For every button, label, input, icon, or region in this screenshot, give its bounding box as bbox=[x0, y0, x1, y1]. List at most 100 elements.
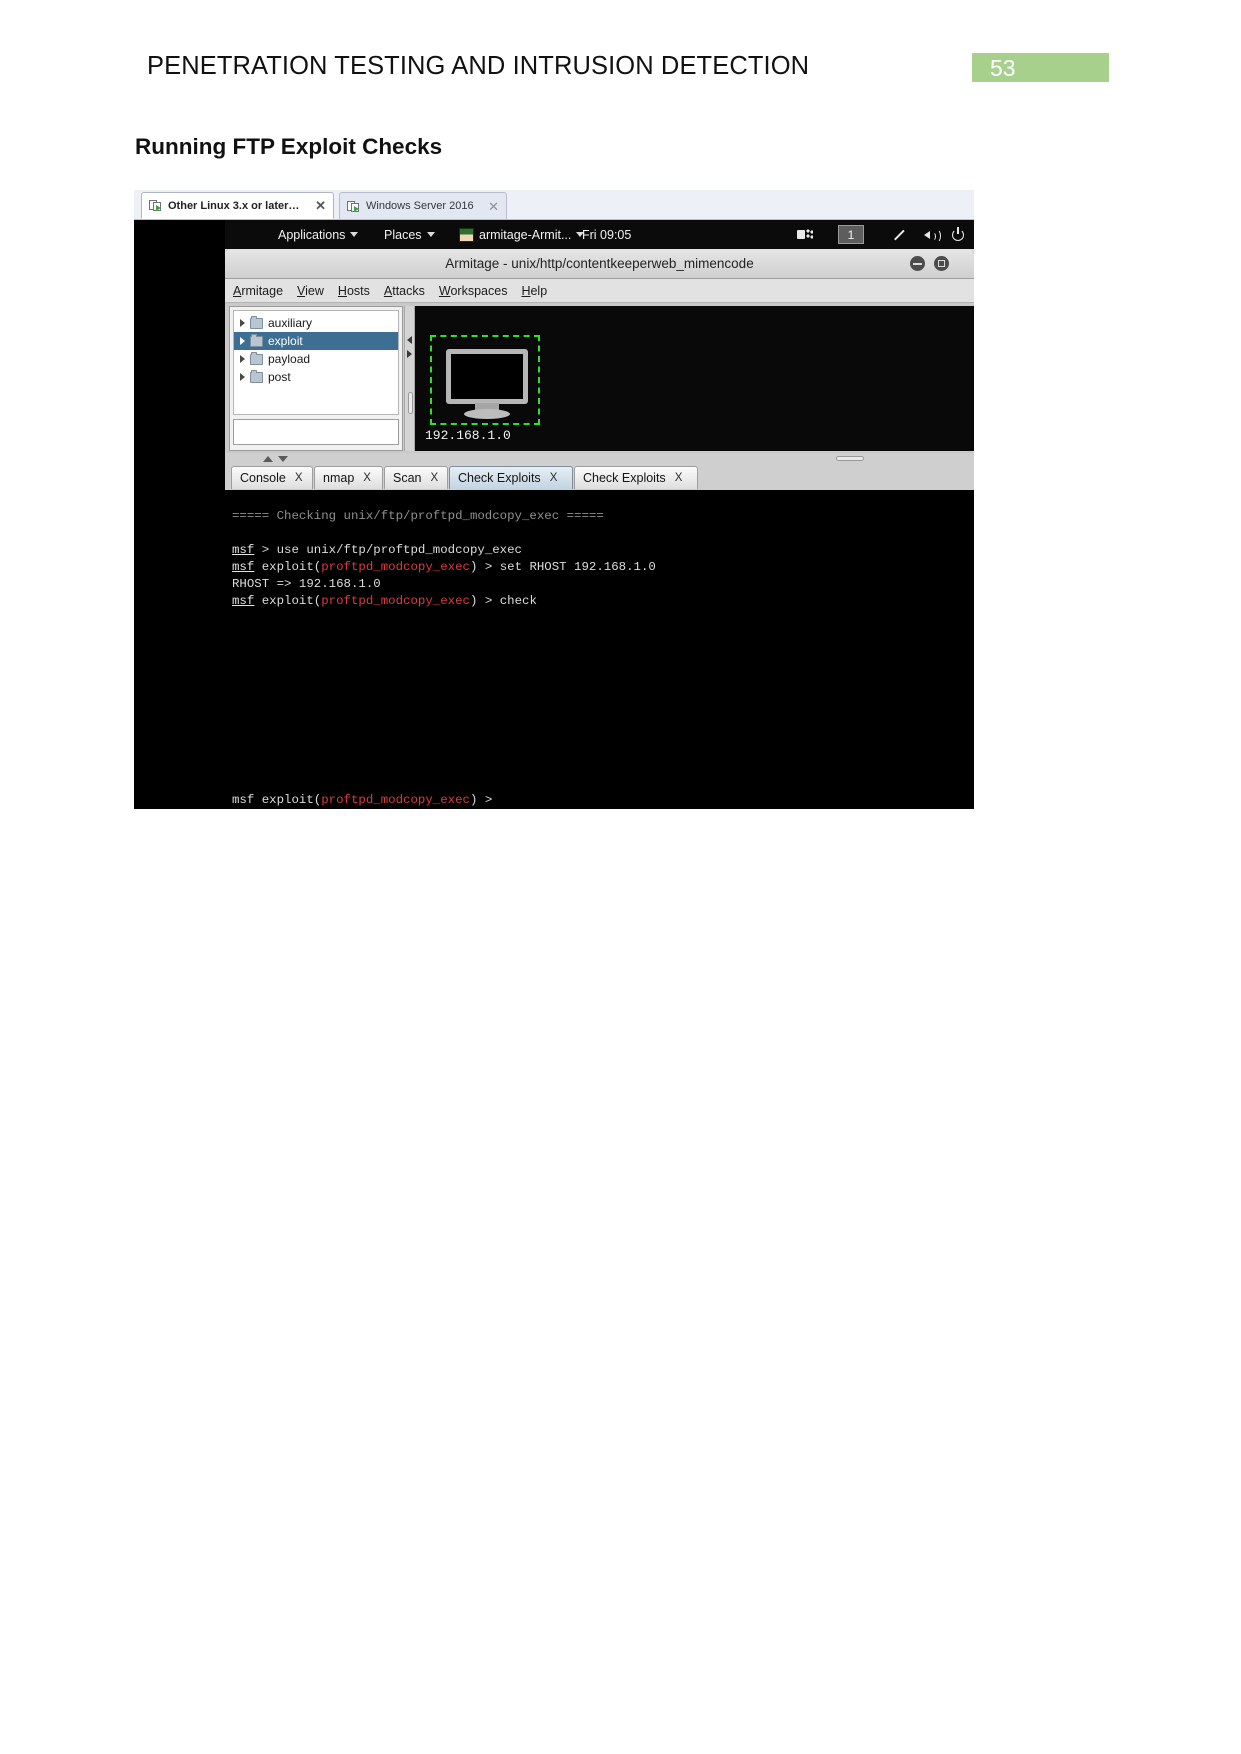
console-tab-label: Scan bbox=[393, 471, 422, 485]
console-tab-label: nmap bbox=[323, 471, 355, 485]
workspace-number: 1 bbox=[847, 227, 855, 242]
vm-tab-label: Other Linux 3.x or later ke... bbox=[168, 199, 302, 212]
console-tab-label: Check Exploits bbox=[583, 471, 666, 485]
tree-item-post[interactable]: post bbox=[234, 368, 398, 386]
splitter-grip[interactable] bbox=[408, 392, 413, 414]
window-menu[interactable]: armitage-Armit... bbox=[459, 220, 585, 249]
close-icon[interactable]: ✕ bbox=[484, 200, 499, 213]
virtual-machine-icon bbox=[347, 200, 360, 213]
panel-splitter[interactable] bbox=[404, 306, 415, 451]
console-tab-strip: Console X nmap X Scan X Check Exploits X… bbox=[225, 465, 974, 490]
terminal-spacer bbox=[228, 525, 974, 542]
terminal-line-2: msf exploit(proftpd_modcopy_exec) > set … bbox=[232, 560, 656, 574]
console-tab-check-exploits-active[interactable]: Check Exploits X bbox=[449, 466, 573, 489]
gnome-top-panel: Applications Places armitage-Armit... Fr… bbox=[225, 220, 974, 249]
vm-tab-label: Windows Server 2016 bbox=[366, 200, 474, 212]
menu-armitage[interactable]: Armitage bbox=[233, 284, 283, 298]
screencast-icon[interactable] bbox=[797, 228, 814, 241]
target-graph-view[interactable]: 192.168.1.0 bbox=[415, 306, 974, 451]
tree-item-label: exploit bbox=[268, 334, 303, 348]
clock-label: Fri 09:05 bbox=[582, 227, 632, 242]
expand-arrow-icon[interactable] bbox=[240, 355, 245, 363]
armitage-app-icon bbox=[459, 227, 474, 242]
expand-arrow-icon[interactable] bbox=[240, 373, 245, 381]
terminal-banner: ===== Checking unix/ftp/proftpd_modcopy_… bbox=[232, 509, 604, 523]
module-tree[interactable]: auxiliary exploit payload post bbox=[233, 310, 399, 415]
msf-prompt: msf bbox=[232, 793, 255, 807]
chevron-down-icon bbox=[426, 232, 435, 237]
module-name: proftpd_modcopy_exec bbox=[321, 793, 470, 807]
console-tab-label: Check Exploits bbox=[458, 471, 541, 485]
tree-item-label: auxiliary bbox=[268, 316, 313, 330]
armitage-title-bar: Armitage - unix/http/contentkeeperweb_mi… bbox=[225, 249, 974, 279]
tree-item-payload[interactable]: payload bbox=[234, 350, 398, 368]
scroll-up-icon[interactable] bbox=[263, 456, 273, 462]
module-name: proftpd_modcopy_exec bbox=[321, 560, 470, 574]
power-icon[interactable] bbox=[952, 227, 966, 242]
console-tab-nmap[interactable]: nmap X bbox=[314, 466, 383, 489]
tree-item-label: payload bbox=[268, 352, 311, 366]
msf-prompt: msf bbox=[232, 594, 255, 608]
menu-workspaces[interactable]: Workspaces bbox=[439, 284, 508, 298]
menu-view[interactable]: View bbox=[297, 284, 324, 298]
scroll-down-icon[interactable] bbox=[278, 456, 288, 462]
volume-icon[interactable] bbox=[924, 228, 941, 243]
applications-menu-label: Applications bbox=[278, 227, 346, 242]
host-node[interactable] bbox=[430, 335, 540, 425]
page-title: PENETRATION TESTING AND INTRUSION DETECT… bbox=[147, 52, 810, 80]
terminal-prompt-line[interactable]: msf exploit(proftpd_modcopy_exec) > bbox=[225, 792, 974, 809]
document-header: PENETRATION TESTING AND INTRUSION DETECT… bbox=[0, 0, 1241, 110]
close-icon[interactable]: X bbox=[295, 472, 303, 484]
console-terminal[interactable]: ===== Checking unix/ftp/proftpd_modcopy_… bbox=[225, 490, 974, 809]
folder-icon bbox=[250, 333, 263, 347]
maximize-button[interactable] bbox=[934, 256, 949, 271]
folder-icon bbox=[250, 351, 263, 365]
clock[interactable]: Fri 09:05 bbox=[582, 220, 631, 249]
chevron-down-icon bbox=[350, 232, 359, 237]
page-number-badge: 53 bbox=[972, 53, 1109, 82]
collapse-right-icon[interactable] bbox=[407, 350, 412, 358]
expand-arrow-icon[interactable] bbox=[240, 337, 245, 345]
vm-tab-windows[interactable]: Windows Server 2016 ✕ bbox=[339, 192, 507, 219]
armitage-window: Armitage - unix/http/contentkeeperweb_mi… bbox=[225, 249, 974, 809]
terminal-line-4: msf exploit(proftpd_modcopy_exec) > chec… bbox=[232, 594, 537, 608]
workspace-indicator[interactable]: 1 bbox=[838, 225, 864, 244]
places-menu-label: Places bbox=[384, 227, 422, 242]
resize-grip[interactable] bbox=[836, 456, 864, 461]
vm-tab-linux[interactable]: Other Linux 3.x or later ke... ✕ bbox=[141, 192, 334, 219]
armitage-body: auxiliary exploit payload post 192.168.1… bbox=[225, 303, 974, 809]
console-tab-scan[interactable]: Scan X bbox=[384, 466, 448, 489]
console-tab-console[interactable]: Console X bbox=[231, 466, 313, 489]
console-tab-check-exploits-2[interactable]: Check Exploits X bbox=[574, 466, 698, 489]
close-icon[interactable]: X bbox=[363, 472, 371, 484]
close-icon[interactable]: X bbox=[431, 472, 439, 484]
armitage-window-title: Armitage - unix/http/contentkeeperweb_mi… bbox=[445, 256, 754, 271]
minimize-button[interactable] bbox=[910, 256, 925, 271]
tree-item-exploit[interactable]: exploit bbox=[234, 332, 398, 350]
menu-hosts[interactable]: Hosts bbox=[338, 284, 370, 298]
applications-menu[interactable]: Applications bbox=[278, 220, 359, 249]
terminal-line-3: RHOST => 192.168.1.0 bbox=[232, 577, 381, 591]
menu-help[interactable]: Help bbox=[521, 284, 547, 298]
close-icon[interactable]: X bbox=[550, 472, 558, 484]
monitor-base bbox=[464, 409, 510, 419]
folder-icon bbox=[250, 369, 263, 383]
close-icon[interactable]: ✕ bbox=[311, 199, 326, 212]
armitage-menu-bar: Armitage View Hosts Attacks Workspaces H… bbox=[225, 279, 974, 303]
tree-item-auxiliary[interactable]: auxiliary bbox=[234, 314, 398, 332]
msf-prompt: msf bbox=[232, 543, 255, 557]
folder-icon bbox=[250, 315, 263, 329]
menu-attacks[interactable]: Attacks bbox=[384, 284, 425, 298]
pencil-icon[interactable] bbox=[892, 228, 906, 242]
close-icon[interactable]: X bbox=[675, 472, 683, 484]
places-menu[interactable]: Places bbox=[384, 220, 435, 249]
msf-prompt: msf bbox=[232, 560, 255, 574]
expand-arrow-icon[interactable] bbox=[240, 319, 245, 327]
tree-item-label: post bbox=[268, 370, 291, 384]
collapse-left-icon[interactable] bbox=[407, 336, 412, 344]
host-ip-label: 192.168.1.0 bbox=[425, 428, 511, 443]
module-search-input[interactable] bbox=[233, 419, 399, 445]
vm-tab-strip: Other Linux 3.x or later ke... ✕ Windows… bbox=[134, 190, 974, 220]
module-name: proftpd_modcopy_exec bbox=[321, 594, 470, 608]
module-browser-panel: auxiliary exploit payload post bbox=[229, 306, 403, 451]
